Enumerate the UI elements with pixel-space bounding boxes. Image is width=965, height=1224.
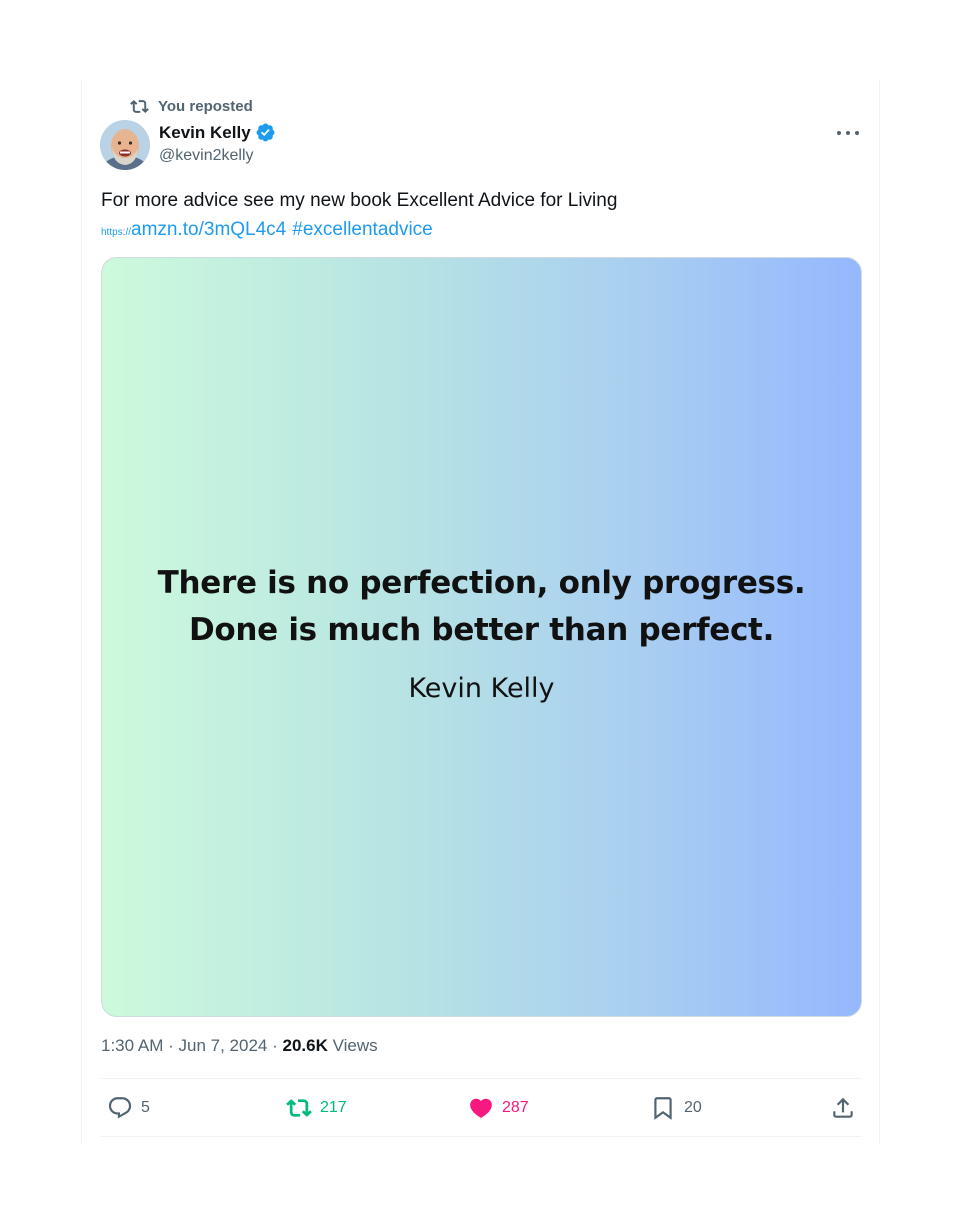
more-options-icon[interactable] bbox=[837, 126, 859, 140]
action-bar: 5 217 287 20 bbox=[101, 1080, 861, 1136]
heart-icon bbox=[470, 1098, 492, 1118]
divider bbox=[101, 1136, 861, 1137]
repost-indicator: You reposted bbox=[130, 96, 253, 116]
like-count: 287 bbox=[502, 1099, 529, 1116]
views-label: Views bbox=[332, 1036, 378, 1055]
repost-count: 217 bbox=[320, 1099, 347, 1116]
quote-line-2: Done is much better than perfect. bbox=[188, 612, 775, 648]
verified-badge-icon bbox=[256, 123, 275, 142]
repost-button[interactable]: 217 bbox=[286, 1080, 347, 1136]
tweet-card[interactable]: You reposted Kevin Kelly @kevin2kelly Fo… bbox=[81, 80, 880, 1144]
reply-icon bbox=[108, 1097, 132, 1119]
post-meta: 1:30 AM · Jun 7, 2024 · 20.6K Views bbox=[101, 1036, 378, 1056]
meta-separator: · bbox=[168, 1036, 174, 1055]
repost-label: You reposted bbox=[158, 97, 253, 115]
image-quote: There is no perfection, only progress. D… bbox=[102, 560, 861, 654]
post-text-block: For more advice see my new book Excellen… bbox=[101, 186, 861, 247]
meta-separator: · bbox=[272, 1036, 278, 1055]
views-count: 20.6K bbox=[282, 1036, 328, 1055]
author-name[interactable]: Kevin Kelly bbox=[159, 123, 251, 143]
post-time[interactable]: 1:30 AM bbox=[101, 1036, 163, 1055]
share-icon bbox=[833, 1097, 853, 1118]
post-link[interactable]: amzn.to/3mQL4c4 bbox=[131, 215, 286, 244]
bookmark-count: 20 bbox=[684, 1099, 702, 1116]
bookmark-icon bbox=[654, 1097, 672, 1120]
post-date[interactable]: Jun 7, 2024 bbox=[179, 1036, 268, 1055]
share-button[interactable] bbox=[830, 1080, 856, 1136]
reply-count: 5 bbox=[141, 1099, 150, 1116]
like-button[interactable]: 287 bbox=[468, 1080, 529, 1136]
post-image[interactable]: There is no perfection, only progress. D… bbox=[101, 257, 862, 1017]
bookmark-button[interactable]: 20 bbox=[650, 1080, 702, 1136]
repost-icon bbox=[130, 99, 149, 113]
author-block: Kevin Kelly @kevin2kelly bbox=[159, 122, 276, 165]
image-quote-author: Kevin Kelly bbox=[408, 673, 555, 704]
reply-button[interactable]: 5 bbox=[107, 1080, 150, 1136]
repost-icon bbox=[286, 1099, 312, 1117]
post-text: For more advice see my new book Excellen… bbox=[101, 190, 618, 211]
divider bbox=[101, 1078, 861, 1079]
quote-line-1: There is no perfection, only progress. bbox=[157, 565, 806, 601]
link-protocol[interactable]: https:// bbox=[101, 218, 131, 247]
avatar-image bbox=[100, 120, 150, 170]
post-hashtag[interactable]: #excellentadvice bbox=[292, 215, 432, 244]
avatar[interactable] bbox=[100, 120, 150, 170]
author-handle[interactable]: @kevin2kelly bbox=[159, 147, 276, 165]
